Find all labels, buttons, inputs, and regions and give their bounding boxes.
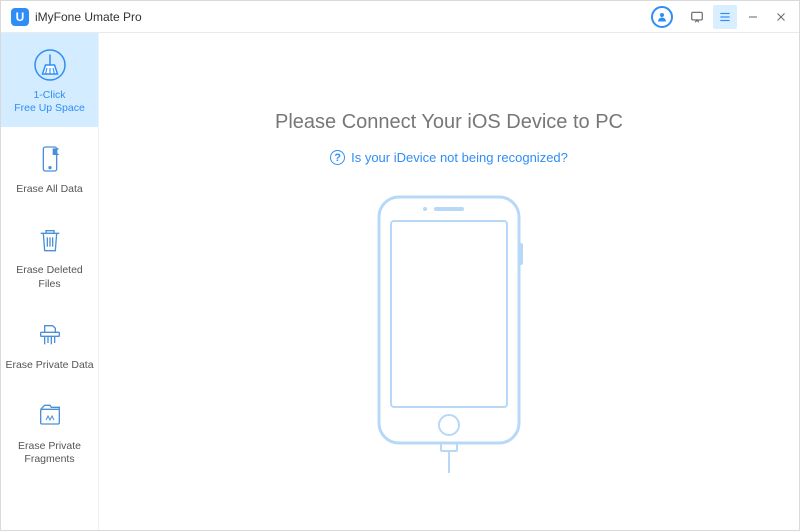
- title-bar: U iMyFone Umate Pro: [1, 1, 799, 33]
- iphone-icon: [369, 193, 529, 473]
- menu-icon: [718, 10, 732, 24]
- chat-icon: [690, 10, 704, 24]
- minimize-icon: [747, 11, 759, 23]
- feedback-button[interactable]: [685, 5, 709, 29]
- sidebar-item-erase-private-data[interactable]: Erase Private Data: [1, 303, 98, 384]
- sidebar-item-label: Erase Deleted Files: [5, 264, 94, 290]
- shredder-icon: [30, 317, 70, 353]
- sidebar-item-free-up-space[interactable]: 1-Click Free Up Space: [1, 33, 98, 127]
- sidebar-item-erase-private-fragments[interactable]: Erase Private Fragments: [1, 384, 98, 478]
- sidebar-item-erase-deleted-files[interactable]: Erase Deleted Files: [1, 208, 98, 302]
- help-link-text: Is your iDevice not being recognized?: [351, 150, 568, 165]
- user-icon: [656, 11, 668, 23]
- phone-erase-icon: [30, 141, 70, 177]
- sidebar-item-label: Erase Private Data: [5, 359, 93, 372]
- app-window: U iMyFone Umate Pro: [0, 0, 800, 531]
- help-link[interactable]: ? Is your iDevice not being recognized?: [330, 150, 568, 165]
- sidebar: 1-Click Free Up Space Erase All Data Era…: [1, 33, 99, 530]
- account-button[interactable]: [651, 6, 673, 28]
- close-button[interactable]: [769, 5, 793, 29]
- trash-icon: [30, 222, 70, 258]
- sidebar-item-label: 1-Click Free Up Space: [14, 89, 85, 115]
- fragments-icon: [30, 398, 70, 434]
- titlebar-right: [651, 5, 793, 29]
- close-icon: [775, 11, 787, 23]
- sidebar-item-label: Erase All Data: [16, 183, 83, 196]
- broom-icon: [30, 47, 70, 83]
- question-icon: ?: [330, 150, 345, 165]
- menu-button[interactable]: [713, 5, 737, 29]
- app-body: 1-Click Free Up Space Erase All Data Era…: [1, 33, 799, 530]
- sidebar-item-label: Erase Private Fragments: [18, 440, 81, 466]
- app-title: iMyFone Umate Pro: [35, 10, 142, 24]
- connect-prompt-title: Please Connect Your iOS Device to PC: [275, 111, 623, 134]
- app-logo-icon: U: [11, 8, 29, 26]
- minimize-button[interactable]: [741, 5, 765, 29]
- titlebar-left: U iMyFone Umate Pro: [11, 8, 142, 26]
- device-illustration: [369, 193, 529, 473]
- main-content: Please Connect Your iOS Device to PC ? I…: [99, 33, 799, 530]
- sidebar-item-erase-all-data[interactable]: Erase All Data: [1, 127, 98, 208]
